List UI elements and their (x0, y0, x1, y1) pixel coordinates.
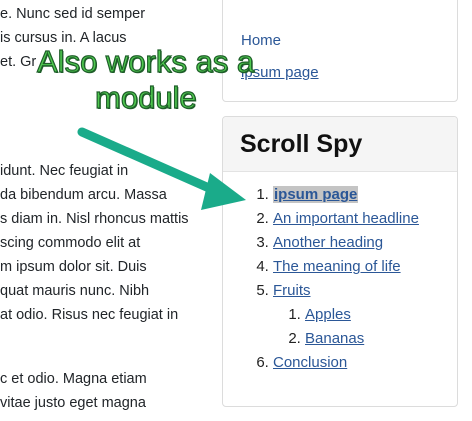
scroll-spy-item: Conclusion (273, 351, 419, 375)
scroll-spy-title: Scroll Spy (240, 130, 363, 158)
scroll-spy-subitem: Bananas (305, 327, 419, 351)
scroll-spy-link-meaning-of-life[interactable]: The meaning of life (273, 258, 401, 275)
article-line: s diam in. Nisl rhoncus mattis (0, 211, 189, 227)
scroll-spy-link-ipsum-page[interactable]: ipsum page (273, 186, 359, 203)
article-line: vitae justo eget magna (0, 395, 146, 411)
scroll-spy-item: Fruits Apples Bananas (273, 279, 419, 351)
article-line: scing commodo elit at (0, 235, 141, 251)
callout-text-line2: module (94, 79, 197, 115)
navigation-module: Home ipsum page (222, 0, 458, 102)
scroll-spy-sublist: Apples Bananas (273, 303, 419, 351)
scroll-spy-link-important-headline[interactable]: An important headline (273, 210, 419, 227)
article-line: et. Gr (0, 54, 37, 70)
article-line: at odio. Risus nec feugiat in (0, 307, 179, 323)
scroll-spy-link-fruits[interactable]: Fruits (273, 282, 311, 299)
scroll-spy-list: ipsum page An important headline Another… (223, 183, 419, 375)
scroll-spy-link-conclusion[interactable]: Conclusion (273, 354, 347, 371)
scroll-spy-item: An important headline (273, 207, 419, 231)
scroll-spy-header: Scroll Spy (223, 117, 457, 172)
article-line: e. Nunc sed id semper (0, 6, 146, 22)
article-line: idunt. Nec feugiat in (0, 163, 129, 179)
article-line: da bibendum arcu. Massa (0, 187, 167, 203)
scroll-spy-subitem: Apples (305, 303, 419, 327)
scroll-spy-item: The meaning of life (273, 255, 419, 279)
article-line: c et odio. Magna etiam (0, 371, 147, 387)
article-line: m ipsum dolor sit. Duis (0, 259, 147, 275)
scroll-spy-link-bananas[interactable]: Bananas (305, 330, 364, 347)
scroll-spy-link-apples[interactable]: Apples (305, 306, 351, 323)
scroll-spy-link-another-heading[interactable]: Another heading (273, 234, 383, 251)
callout-text-line1: Also works as a (36, 43, 255, 79)
scroll-spy-module: Scroll Spy ipsum page An important headl… (222, 116, 458, 407)
article-line: quat mauris nunc. Nibh (0, 283, 150, 299)
scroll-spy-item: ipsum page (273, 183, 419, 207)
scroll-spy-item: Another heading (273, 231, 419, 255)
